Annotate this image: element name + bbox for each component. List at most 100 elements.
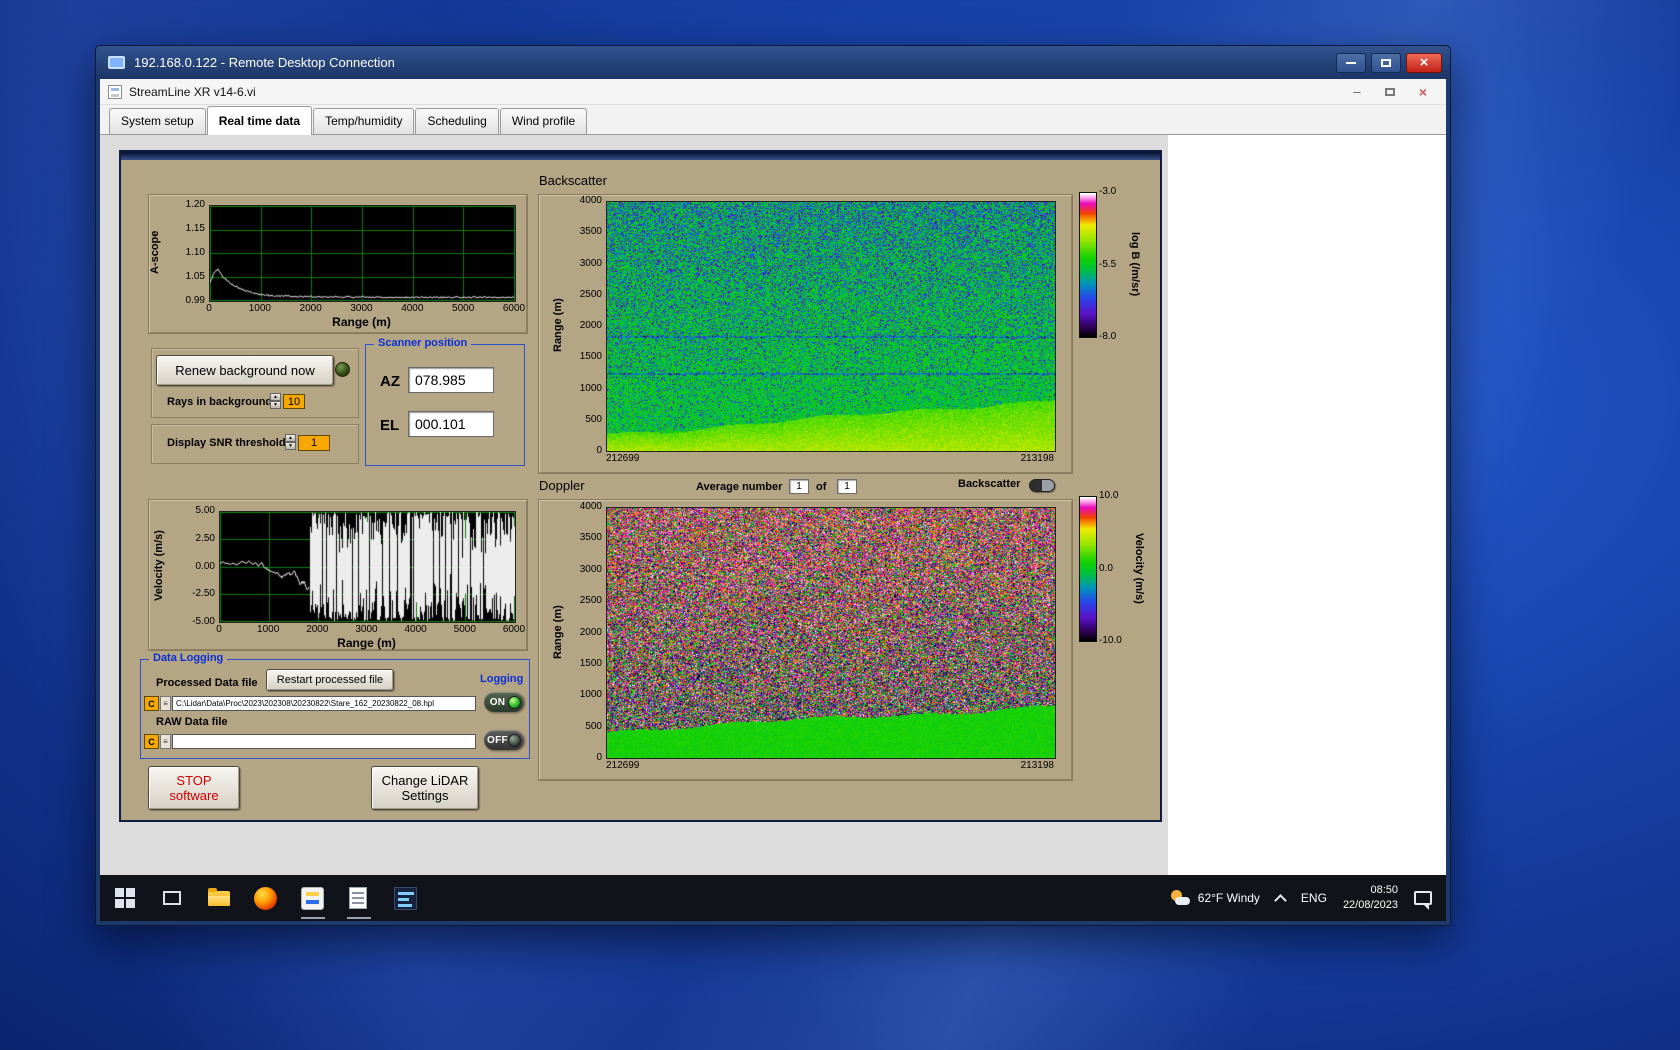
doppler-colorbar-label: Velocity (m/s)	[1133, 532, 1145, 604]
tab-scheduling[interactable]: Scheduling	[415, 108, 499, 134]
tab-wind-profile[interactable]: Wind profile	[499, 108, 588, 134]
processed-browse-button[interactable]: ≡	[160, 696, 171, 711]
processed-logging-toggle[interactable]: ON	[484, 692, 524, 712]
labview-app-icon	[300, 886, 324, 910]
stop-software-button[interactable]: STOP software	[148, 766, 240, 810]
az-value-field[interactable]: 078.985	[408, 367, 494, 393]
start-button[interactable]	[112, 886, 138, 910]
doppler-colorbar	[1079, 496, 1097, 642]
processed-drive-button[interactable]: C	[144, 696, 159, 711]
tick-label: 2500	[579, 288, 602, 300]
doppler-colorbar-ticks: 10.0 0.0 -10.0	[1099, 490, 1133, 646]
tick-label: 3500	[579, 226, 602, 238]
tick-label: 10.0	[1099, 490, 1119, 501]
rdp-maximize-button[interactable]	[1371, 52, 1401, 73]
doppler-plot-title: Doppler	[539, 478, 585, 493]
velocity-x-axis-ticks: 0 1000 2000 3000 4000 5000 6000	[202, 624, 531, 635]
app-close-button[interactable]: ×	[1408, 83, 1438, 101]
task-view-button[interactable]	[159, 886, 185, 910]
ascope-plot-group: A-scope 1.20 1.15 1.10 1.05 0.99 0 1000 2000 30…	[148, 194, 528, 334]
tick-label: 2500	[579, 595, 602, 607]
front-panel: Backscatter A-scope 1.20 1.15 1.10 1.05 0.99…	[119, 150, 1162, 822]
tick-label: 3000	[355, 624, 378, 635]
az-label: AZ	[380, 373, 400, 390]
processed-path-field[interactable]: C:\Lidar\Data\Proc\2023\202308\20230822\…	[172, 696, 476, 711]
scan-scheduler-button[interactable]	[345, 886, 371, 910]
app-minimize-button[interactable]: –	[1342, 83, 1372, 101]
maximize-icon	[1381, 58, 1391, 67]
streamline-app-button[interactable]	[299, 886, 325, 910]
tab-system-setup[interactable]: System setup	[109, 108, 206, 134]
on-led-icon	[508, 695, 521, 709]
tick-label: 1000	[257, 624, 280, 635]
rdp-client: StreamLine XR v14-6.vi – × System setup …	[100, 79, 1446, 921]
tick-label: 213198	[1020, 453, 1054, 464]
snr-threshold-value[interactable]: 1	[298, 435, 330, 451]
rdp-icon	[108, 56, 125, 69]
tick-label: 3000	[350, 303, 373, 314]
el-label: EL	[380, 417, 400, 434]
tick-label: 212699	[606, 453, 640, 464]
velocity-plot-canvas	[219, 511, 516, 623]
tick-label: 0	[596, 445, 602, 456]
app-titlebar[interactable]: StreamLine XR v14-6.vi – ×	[100, 79, 1446, 105]
tick-label: -8.0	[1099, 331, 1117, 342]
renew-background-button[interactable]: Renew background now	[156, 355, 334, 386]
firefox-button[interactable]	[252, 886, 278, 910]
weather-text: 62°F Windy	[1197, 891, 1260, 905]
rdp-close-button[interactable]: ×	[1406, 52, 1442, 73]
backscatter-colorbar-label: log B (/m/sr)	[1129, 231, 1141, 297]
tick-label: 5.00	[195, 505, 215, 516]
pinned-app-button[interactable]	[392, 886, 418, 910]
notification-center-icon[interactable]	[1414, 891, 1432, 910]
stop-button-line1: STOP	[176, 773, 212, 788]
taskbar: 62°F Windy ENG 08:50 22/08/2023	[100, 875, 1446, 921]
tick-label: 3000	[579, 257, 602, 269]
restore-icon	[1385, 87, 1395, 96]
weather-widget[interactable]: 62°F Windy	[1170, 889, 1260, 907]
firefox-icon	[253, 886, 277, 910]
tick-label: 6000	[502, 624, 526, 635]
raw-drive-button[interactable]: C	[144, 734, 159, 749]
rays-value[interactable]: 10	[283, 394, 305, 409]
on-label: ON	[489, 696, 506, 708]
tick-label: 4000	[579, 501, 602, 512]
data-logging-group: Data Logging Processed Data file Restart…	[140, 652, 530, 759]
el-value-field[interactable]: 000.101	[408, 411, 494, 437]
average-number-label: Average number	[696, 481, 783, 493]
backscatter-toggle-switch[interactable]	[1029, 479, 1055, 492]
tray-expand-chevron-icon[interactable]	[1274, 893, 1287, 907]
average-total-value[interactable]: 1	[837, 479, 857, 494]
tick-label: 4000	[404, 624, 427, 635]
active-app-underline	[301, 917, 325, 919]
snr-spinner[interactable]: ▲ ▼	[285, 434, 296, 450]
language-indicator[interactable]: ENG	[1301, 891, 1327, 905]
ascope-x-axis-label: Range (m)	[332, 315, 391, 329]
clock[interactable]: 08:50 22/08/2023	[1343, 883, 1398, 913]
raw-path-field[interactable]	[172, 734, 476, 749]
file-explorer-button[interactable]	[206, 886, 232, 910]
average-of-label: of	[816, 481, 827, 493]
tick-label: 1500	[579, 657, 602, 669]
scanner-position-group: Scanner position AZ 078.985 EL 000.101	[365, 337, 525, 466]
app-restore-button[interactable]	[1375, 83, 1405, 101]
windows-logo-icon	[115, 888, 135, 908]
velocity-plot-group: Velocity (m/s) 5.00 2.50 0.00 -2.50 -5.00 01…	[148, 499, 528, 651]
tab-real-time-data[interactable]: Real time data	[206, 106, 313, 135]
rdp-minimize-button[interactable]	[1336, 52, 1366, 73]
off-label: OFF	[487, 734, 508, 746]
tick-label: 1000	[579, 689, 602, 701]
doppler-y-axis-ticks: 4000 3500 3000 2500 2000 1500 1000 500 0	[569, 501, 602, 763]
tick-label: 1.10	[185, 247, 205, 258]
raw-browse-button[interactable]: ≡	[160, 734, 171, 749]
raw-logging-toggle[interactable]: OFF	[484, 730, 524, 750]
rays-spinner[interactable]: ▲ ▼	[270, 393, 281, 409]
average-number-value[interactable]: 1	[789, 479, 809, 494]
restart-processed-file-button[interactable]: Restart processed file	[266, 669, 394, 691]
backscatter-heatmap-canvas	[606, 201, 1056, 452]
tick-label: 4000	[401, 303, 424, 314]
change-lidar-settings-button[interactable]: Change LiDAR Settings	[371, 766, 479, 810]
rdp-titlebar[interactable]: 192.168.0.122 - Remote Desktop Connectio…	[96, 46, 1450, 79]
tab-temp-humidity[interactable]: Temp/humidity	[313, 108, 415, 134]
document-app-icon	[393, 886, 417, 910]
